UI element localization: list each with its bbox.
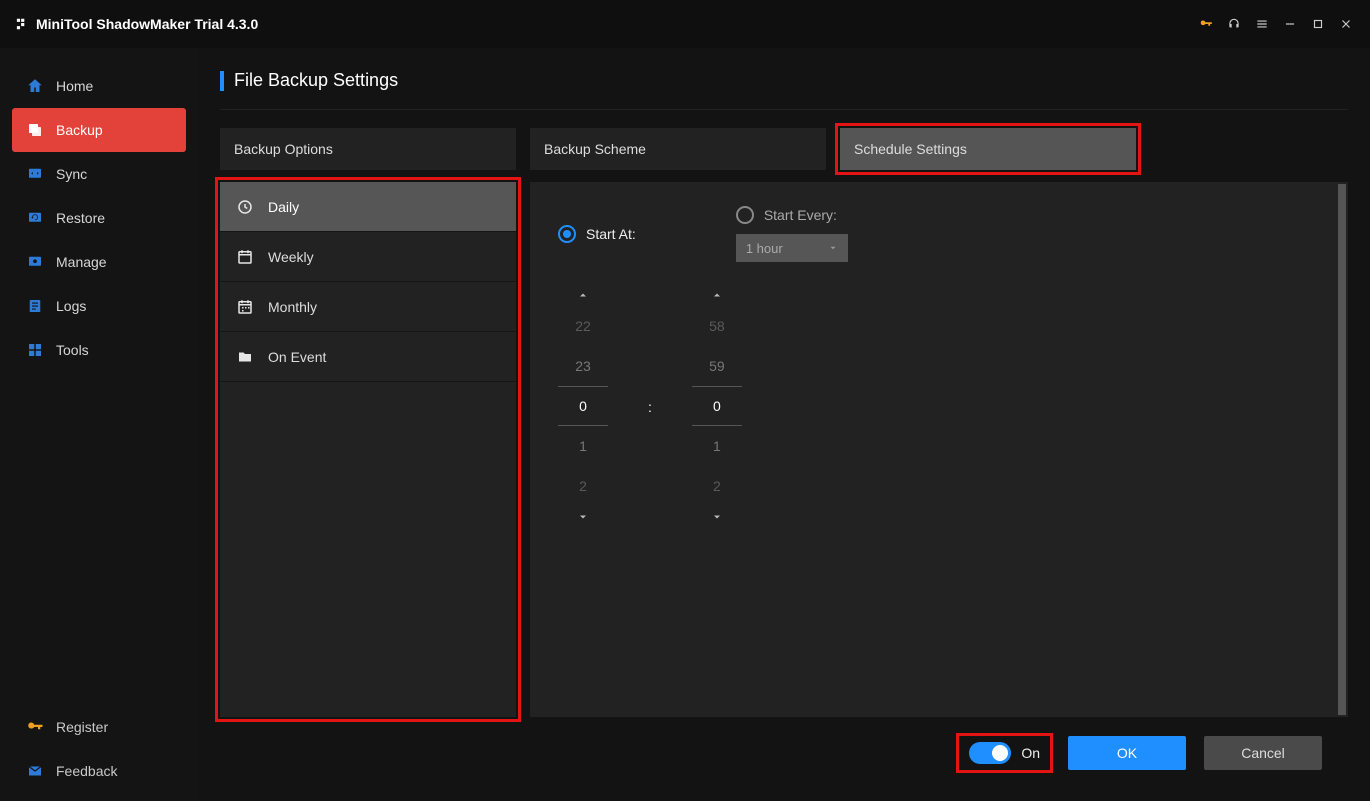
time-separator: :: [648, 278, 652, 536]
clock-icon: [236, 198, 254, 216]
schedule-toggle[interactable]: [969, 742, 1011, 764]
calendar-month-icon: [236, 298, 254, 316]
radio-start-every[interactable]: Start Every:: [736, 206, 837, 224]
backup-icon: [26, 121, 44, 139]
sidebar-item-backup[interactable]: Backup: [12, 108, 186, 152]
sidebar-item-restore[interactable]: Restore: [12, 196, 186, 240]
hour-slot[interactable]: 1: [579, 426, 587, 466]
bottom-bar: On OK Cancel: [220, 717, 1348, 789]
schedule-item-label: Monthly: [268, 299, 317, 315]
maximize-icon[interactable]: [1304, 10, 1332, 38]
minute-down-button[interactable]: [711, 506, 723, 528]
hour-slot[interactable]: 22: [575, 306, 591, 346]
sidebar-item-label: Restore: [56, 210, 105, 226]
sync-icon: [26, 165, 44, 183]
tab-label: Schedule Settings: [854, 141, 967, 157]
chevron-down-icon: [828, 243, 838, 253]
minute-wheel: 58 59 0 1 2: [692, 284, 742, 542]
sidebar-item-tools[interactable]: Tools: [12, 328, 186, 372]
schedule-item-weekly[interactable]: Weekly: [220, 232, 516, 282]
schedule-item-label: Daily: [268, 199, 299, 215]
sidebar-item-logs[interactable]: Logs: [12, 284, 186, 328]
headset-icon[interactable]: [1220, 10, 1248, 38]
minute-slot[interactable]: 1: [713, 426, 721, 466]
minute-slot[interactable]: 59: [709, 346, 725, 386]
sidebar-item-register[interactable]: Register: [12, 705, 186, 749]
minimize-icon[interactable]: [1276, 10, 1304, 38]
manage-icon: [26, 253, 44, 271]
close-icon[interactable]: [1332, 10, 1360, 38]
tab-label: Backup Scheme: [544, 141, 646, 157]
home-icon: [26, 77, 44, 95]
scrollbar[interactable]: [1338, 184, 1346, 715]
schedule-config-panel: Start At: Start Every: 1 hour: [530, 182, 1348, 717]
schedule-item-daily[interactable]: Daily: [220, 182, 516, 232]
schedule-item-monthly[interactable]: Monthly: [220, 282, 516, 332]
folder-icon: [236, 348, 254, 366]
header-accent-bar: [220, 71, 224, 91]
tab-label: Backup Options: [234, 141, 333, 157]
radio-icon: [558, 225, 576, 243]
schedule-item-label: Weekly: [268, 249, 314, 265]
sidebar-item-label: Home: [56, 78, 93, 94]
sidebar-item-label: Logs: [56, 298, 86, 314]
hour-down-button[interactable]: [577, 506, 589, 528]
interval-dropdown[interactable]: 1 hour: [736, 234, 848, 262]
page-title: File Backup Settings: [234, 70, 398, 91]
key-icon: [26, 718, 44, 736]
sidebar-item-label: Tools: [56, 342, 89, 358]
sidebar-item-label: Register: [56, 719, 108, 735]
minute-up-button[interactable]: [711, 284, 723, 306]
schedule-item-on-event[interactable]: On Event: [220, 332, 516, 382]
titlebar: MiniTool ShadowMaker Trial 4.3.0: [0, 0, 1370, 48]
minute-slot[interactable]: 2: [713, 466, 721, 506]
hour-slot[interactable]: 2: [579, 466, 587, 506]
minute-slot[interactable]: 58: [709, 306, 725, 346]
sidebar-item-label: Sync: [56, 166, 87, 182]
radio-start-at[interactable]: Start At:: [558, 206, 636, 262]
schedule-type-list: Daily Weekly Monthly On Event: [220, 182, 516, 717]
hour-wheel: 22 23 0 1 2: [558, 284, 608, 542]
logs-icon: [26, 297, 44, 315]
sidebar: Home Backup Sync Restore Manage Logs: [0, 48, 198, 801]
app-title: MiniTool ShadowMaker Trial 4.3.0: [36, 16, 258, 32]
tab-backup-scheme[interactable]: Backup Scheme: [530, 128, 826, 170]
mail-icon: [26, 762, 44, 780]
content: File Backup Settings Backup Options Back…: [198, 48, 1370, 801]
sidebar-item-label: Manage: [56, 254, 107, 270]
toggle-label: On: [1021, 745, 1040, 761]
tab-backup-options[interactable]: Backup Options: [220, 128, 516, 170]
sidebar-item-label: Backup: [56, 122, 103, 138]
dropdown-value: 1 hour: [746, 241, 783, 256]
cancel-button[interactable]: Cancel: [1204, 736, 1322, 770]
minute-selected[interactable]: 0: [692, 386, 742, 426]
menu-icon[interactable]: [1248, 10, 1276, 38]
sidebar-item-home[interactable]: Home: [12, 64, 186, 108]
app-logo-icon: [10, 15, 28, 33]
schedule-item-label: On Event: [268, 349, 326, 365]
radio-label: Start Every:: [764, 207, 837, 223]
calendar-week-icon: [236, 248, 254, 266]
schedule-toggle-wrap: On: [959, 736, 1050, 770]
hour-slot[interactable]: 23: [575, 346, 591, 386]
tabs-row: Backup Options Backup Scheme Schedule Se…: [220, 128, 1348, 170]
tools-icon: [26, 341, 44, 359]
radio-label: Start At:: [586, 226, 636, 242]
page-header: File Backup Settings: [220, 70, 1348, 91]
tab-schedule-settings[interactable]: Schedule Settings: [840, 128, 1136, 170]
sidebar-item-manage[interactable]: Manage: [12, 240, 186, 284]
hour-up-button[interactable]: [577, 284, 589, 306]
ok-button[interactable]: OK: [1068, 736, 1186, 770]
hour-selected[interactable]: 0: [558, 386, 608, 426]
sidebar-item-label: Feedback: [56, 763, 117, 779]
register-key-icon[interactable]: [1192, 10, 1220, 38]
sidebar-item-feedback[interactable]: Feedback: [12, 749, 186, 793]
restore-icon: [26, 209, 44, 227]
time-picker: 22 23 0 1 2 : 58 59 0 1 2: [558, 284, 1320, 542]
sidebar-item-sync[interactable]: Sync: [12, 152, 186, 196]
radio-icon: [736, 206, 754, 224]
